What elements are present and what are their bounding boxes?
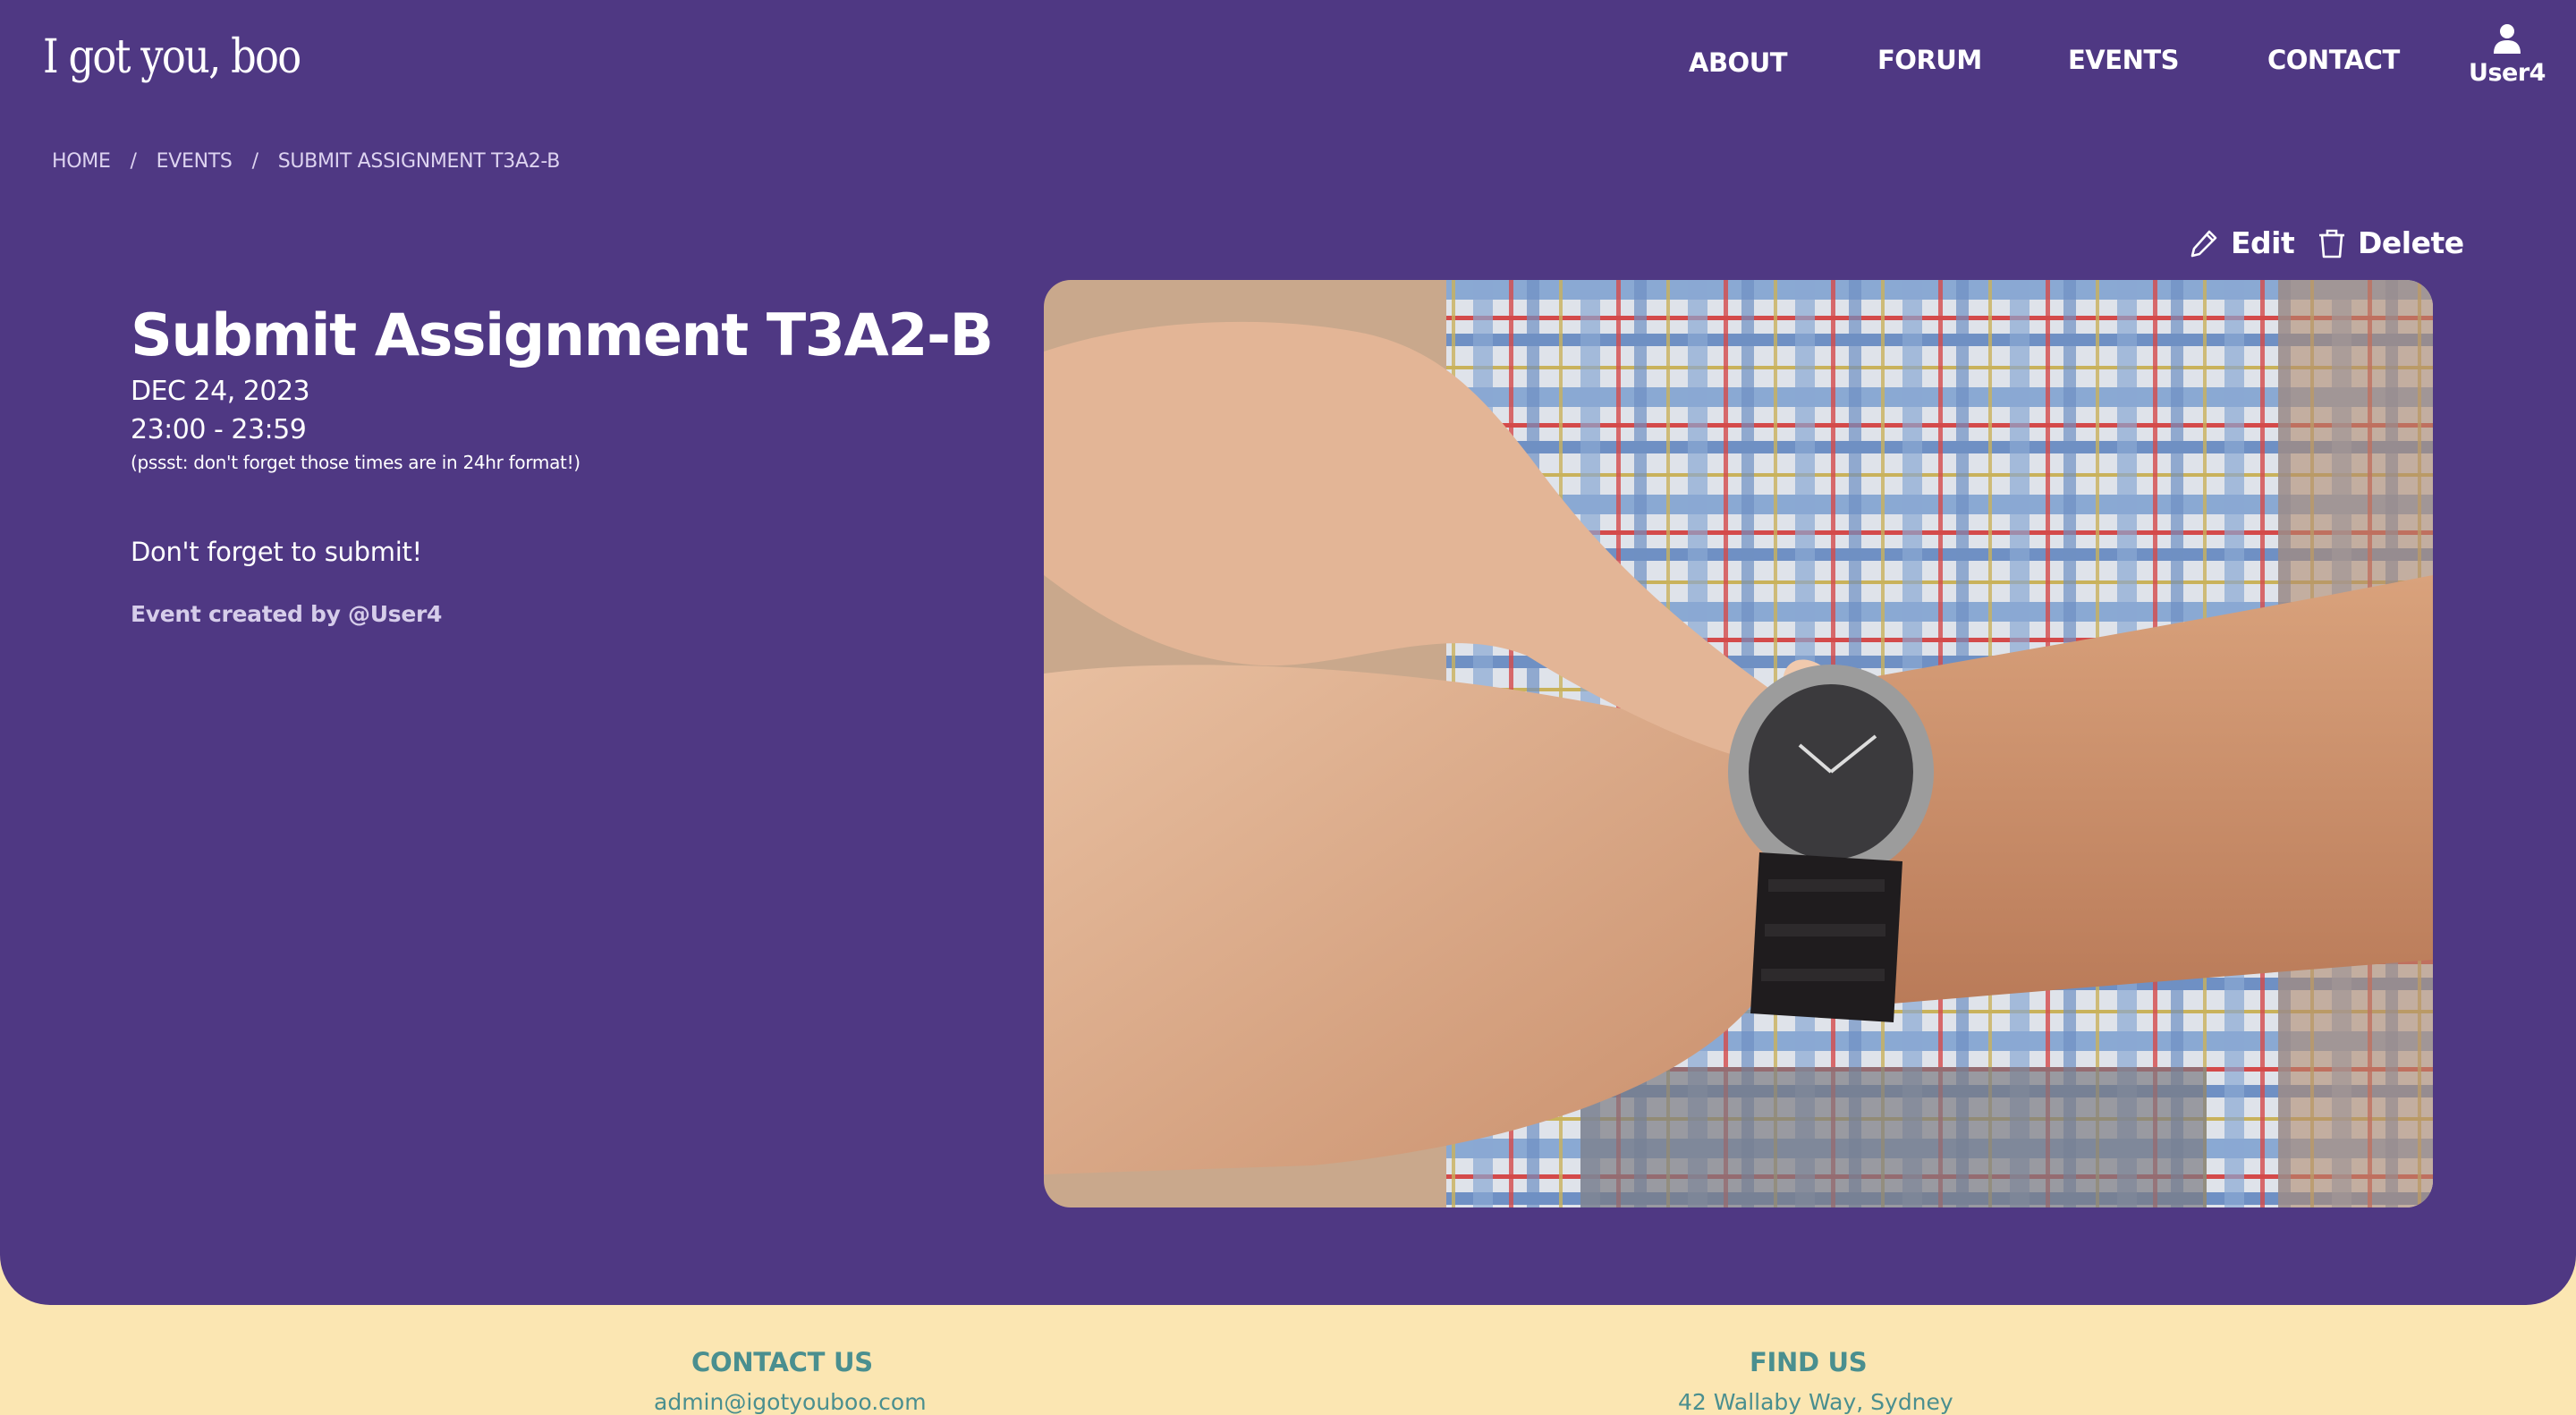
breadcrumb-separator: /: [130, 150, 137, 173]
nav-forum[interactable]: FORUM: [1877, 45, 1982, 75]
trash-icon: [2319, 229, 2344, 258]
footer-find-heading: FIND US: [1750, 1347, 1868, 1377]
nav-events[interactable]: EVENTS: [2068, 45, 2180, 75]
user-name: User4: [2469, 59, 2546, 87]
event-description: Don't forget to submit!: [131, 537, 422, 567]
breadcrumb-events[interactable]: EVENTS: [157, 150, 233, 173]
event-date: DEC 24, 2023: [131, 376, 310, 407]
event-time: 23:00 - 23:59: [131, 414, 307, 445]
time-format-note: (pssst: don't forget those times are in …: [131, 452, 580, 473]
pencil-icon: [2190, 230, 2217, 257]
breadcrumb-separator: /: [251, 150, 258, 173]
breadcrumb-home[interactable]: HOME: [52, 150, 111, 173]
delete-label: Delete: [2358, 225, 2464, 260]
edit-button[interactable]: Edit: [2188, 225, 2295, 260]
user-menu[interactable]: User4: [2467, 23, 2547, 87]
breadcrumb: HOME / EVENTS / SUBMIT ASSIGNMENT T3A2-B: [52, 150, 560, 173]
delete-button[interactable]: Delete: [2317, 225, 2464, 260]
footer-contact-email[interactable]: admin@igotyouboo.com: [654, 1389, 927, 1415]
event-creator: Event created by @User4: [131, 601, 443, 627]
nav-contact[interactable]: CONTACT: [2267, 45, 2400, 75]
main-panel: I got you, boo ABOUT FORUM EVENTS CONTAC…: [0, 0, 2576, 1305]
edit-label: Edit: [2231, 225, 2295, 260]
brand-logo[interactable]: I got you, boo: [43, 30, 301, 84]
footer-address: 42 Wallaby Way, Sydney: [1678, 1389, 1953, 1415]
footer-contact-heading: CONTACT US: [691, 1347, 873, 1377]
event-image: [1044, 280, 2433, 1207]
user-icon: [2494, 24, 2521, 54]
event-title: Submit Assignment T3A2-B: [131, 302, 994, 369]
breadcrumb-current: SUBMIT ASSIGNMENT T3A2-B: [277, 150, 561, 173]
